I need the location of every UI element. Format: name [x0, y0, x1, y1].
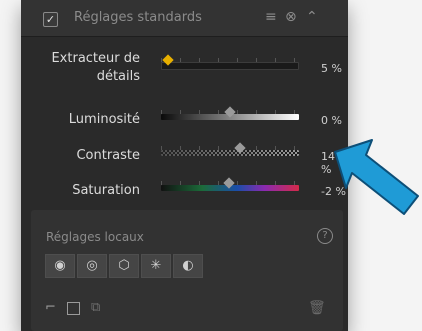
eye-tool-icon[interactable]: ◎: [77, 254, 107, 278]
burst-tool-icon[interactable]: ✳: [141, 254, 171, 278]
local-adjustments-section: Réglages locaux ? ◉ ◎ ⬡ ✳ ◐ ⌐ ⧉ 🗑: [31, 210, 343, 331]
panel-header: ✓ Réglages standards ≡ ⊗ ⌃: [21, 0, 348, 37]
polygon-tool-icon[interactable]: ⬡: [109, 254, 139, 278]
help-icon[interactable]: ?: [317, 228, 333, 244]
gradient-icon[interactable]: [67, 302, 80, 315]
brightness-label: Luminosité: [68, 112, 140, 127]
contrast-slider[interactable]: [161, 142, 299, 156]
local-tools-toolbar: ◉ ◎ ⬡ ✳ ◐: [45, 254, 203, 278]
copy-icon[interactable]: ⧉: [91, 300, 100, 315]
saturation-slider[interactable]: [161, 177, 299, 191]
detail-extractor-value: 5 %: [321, 62, 342, 75]
detail-extractor-label: Extracteur de détails: [25, 50, 140, 86]
brightness-value: 0 %: [321, 114, 342, 127]
trash-icon[interactable]: 🗑: [308, 300, 326, 316]
detail-extractor-label-line2: détails: [96, 69, 140, 84]
brush-icon[interactable]: ⌐: [45, 300, 56, 315]
panel-title: Réglages standards: [74, 10, 202, 25]
saturation-label: Saturation: [72, 183, 140, 198]
collapse-icon[interactable]: ⌃: [306, 9, 318, 25]
circle-tool-icon[interactable]: ◉: [45, 254, 75, 278]
local-adjustments-title: Réglages locaux: [46, 230, 144, 244]
close-icon[interactable]: ⊗: [285, 9, 297, 25]
enable-checkbox[interactable]: ✓: [43, 12, 58, 27]
brightness-slider[interactable]: [161, 106, 299, 120]
standard-settings-panel: ✓ Réglages standards ≡ ⊗ ⌃ Extracteur de…: [21, 0, 348, 331]
color-tool-icon[interactable]: ◐: [173, 254, 203, 278]
callout-arrow-icon: [334, 139, 419, 215]
menu-icon[interactable]: ≡: [265, 9, 277, 25]
detail-extractor-label-line1: Extracteur de: [51, 51, 140, 66]
contrast-label: Contraste: [76, 148, 140, 163]
detail-extractor-slider[interactable]: [161, 54, 299, 70]
